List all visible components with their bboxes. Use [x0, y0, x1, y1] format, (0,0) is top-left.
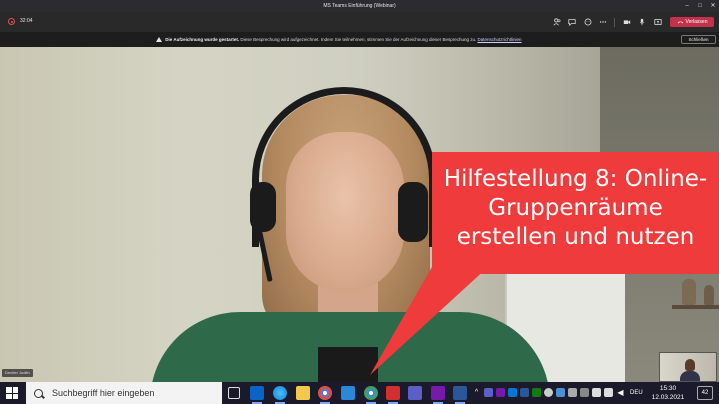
self-view-person [685, 359, 695, 371]
microphone-icon[interactable] [637, 17, 647, 27]
more-options-icon[interactable] [598, 17, 608, 27]
task-view-icon[interactable] [228, 387, 240, 399]
language-indicator[interactable]: DEU [630, 390, 643, 396]
network-tray-icon[interactable] [604, 388, 613, 397]
phone-hangup-icon [677, 21, 683, 24]
windows-start-icon[interactable] [6, 387, 18, 399]
self-view-thumbnail[interactable] [659, 352, 717, 382]
banner-close-button[interactable]: Schließen [681, 35, 716, 44]
recording-icon [8, 18, 15, 25]
chat-icon[interactable] [567, 17, 577, 27]
notification-count: 42 [701, 390, 709, 396]
chevron-up-icon[interactable]: ^ [472, 388, 481, 397]
maximize-button[interactable]: □ [696, 2, 704, 10]
notification-center-icon[interactable]: 42 [697, 386, 713, 400]
window-title: MS Teams Einführung (Webinar) [323, 3, 396, 9]
windows-taskbar: Suchbegriff hier eingeben ^ ◀ DEU 15:30 … [0, 382, 719, 404]
banner-heading: Die Aufzeichnung wurde gestartet. [165, 37, 240, 42]
participant-name-tag: Deutier Judith [2, 369, 33, 377]
headset-earcup [250, 182, 276, 232]
taskbar-search-box[interactable]: Suchbegriff hier eingeben [26, 382, 222, 404]
video-stage: Hilfestellung 8: Online- Gruppenräume er… [0, 47, 719, 382]
edge-icon[interactable] [273, 386, 287, 404]
security-tray-icon[interactable] [544, 388, 553, 397]
caption-line: Gruppenräume [488, 195, 663, 221]
onedrive-tray-icon[interactable] [508, 388, 517, 397]
share-screen-icon[interactable] [653, 17, 663, 27]
acrobat-icon[interactable] [386, 386, 400, 404]
headset-earcup [398, 182, 428, 242]
file-explorer-icon[interactable] [296, 386, 310, 400]
minimize-button[interactable]: – [683, 2, 691, 10]
leave-button[interactable]: Verlassen [670, 17, 714, 27]
clock-time: 15:30 [659, 385, 677, 392]
sync-tray-icon[interactable] [568, 388, 577, 397]
leave-label: Verlassen [685, 19, 708, 25]
chrome-profile-icon[interactable] [364, 386, 378, 404]
reactions-icon[interactable] [583, 17, 593, 27]
word-tray-icon[interactable] [520, 388, 529, 397]
meeting-timer: 32:04 [20, 18, 33, 24]
banner-text: Diese Besprechung wird aufgezeichnet. In… [240, 37, 477, 42]
recording-banner: Die Aufzeichnung wurde gestartet. Diese … [0, 32, 719, 47]
search-icon [34, 388, 43, 398]
teams-icon[interactable] [408, 386, 422, 400]
caption-line: erstellen und nutzen [456, 224, 695, 250]
word-icon[interactable] [453, 386, 467, 404]
background-shelf [672, 305, 719, 309]
bluetooth-tray-icon[interactable] [556, 388, 565, 397]
close-window-button[interactable]: ✕ [709, 2, 717, 10]
toolbar-divider [614, 18, 615, 27]
caption-line: Hilfestellung 8: Online- [443, 166, 708, 192]
outlook-icon[interactable] [250, 386, 264, 404]
excel-tray-icon[interactable] [532, 388, 541, 397]
chrome-icon[interactable] [318, 386, 332, 404]
title-bar: MS Teams Einführung (Webinar) – □ ✕ [0, 0, 719, 12]
volume-icon[interactable]: ◀ [616, 388, 625, 397]
participants-icon[interactable] [552, 17, 562, 27]
caption-text: Hilfestellung 8: Online- Gruppenräume er… [432, 165, 719, 252]
printer-tray-icon[interactable] [580, 388, 589, 397]
warning-icon [156, 37, 162, 42]
search-placeholder: Suchbegriff hier eingeben [52, 388, 155, 398]
onenote-tray-icon[interactable] [496, 388, 505, 397]
photos-icon[interactable] [341, 386, 355, 400]
privacy-policy-link[interactable]: Datenschutzrichtlinien [478, 37, 522, 42]
background-vase [704, 285, 714, 305]
self-view-person-body [680, 371, 700, 381]
clock-date: 12.03.2021 [651, 394, 685, 401]
onenote-icon[interactable] [431, 386, 445, 404]
caption-bubble-tail [370, 267, 488, 375]
background-vase [682, 279, 696, 305]
system-clock[interactable]: 15:30 12.03.2021 [650, 384, 686, 402]
speaker-shirt [318, 347, 378, 382]
battery-tray-icon[interactable] [592, 388, 601, 397]
teams-tray-icon[interactable] [484, 388, 493, 397]
meeting-toolbar: 32:04 Verlassen [0, 12, 719, 32]
camera-icon[interactable] [622, 17, 632, 27]
